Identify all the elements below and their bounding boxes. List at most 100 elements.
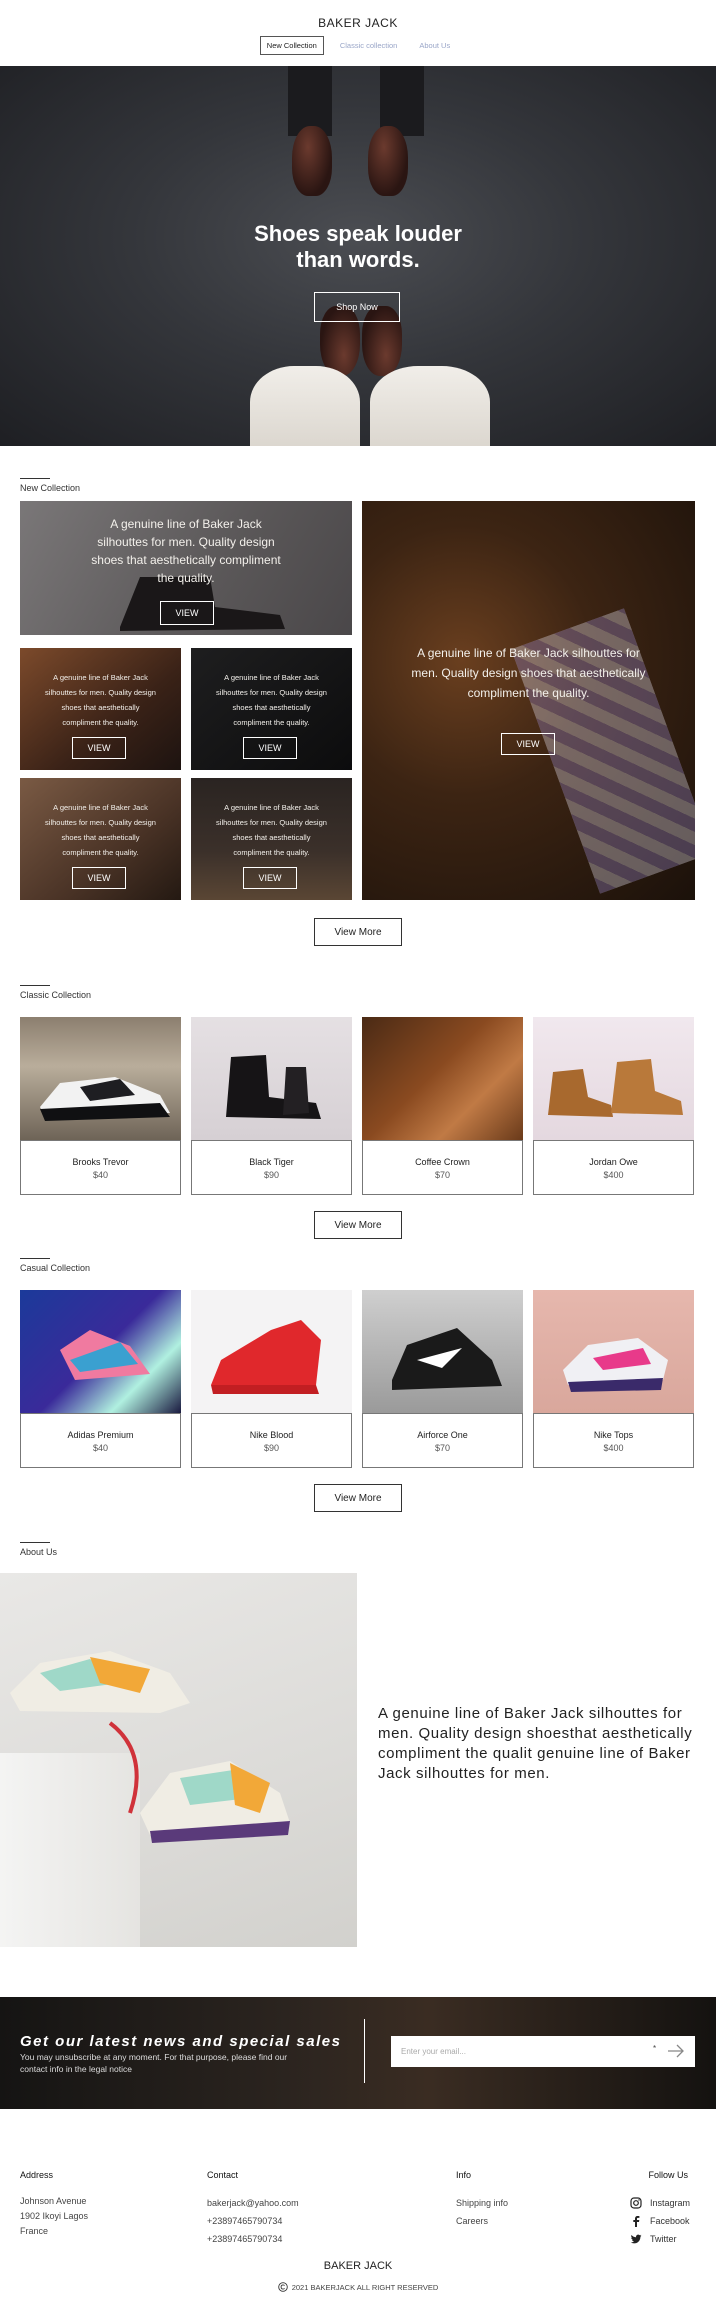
newsletter-subtitle: You may unsubscribe at any moment. For t… [20, 2052, 288, 2074]
product-info: Adidas Premium $40 [20, 1413, 181, 1468]
social-facebook[interactable]: Facebook [630, 2212, 690, 2230]
footer-heading: Address [20, 2170, 54, 2180]
contact-phone-link[interactable]: +23897465790734 [207, 2212, 299, 2230]
social-twitter[interactable]: Twitter [630, 2230, 690, 2248]
view-button[interactable]: VIEW [243, 737, 297, 759]
hero-title-line-1: Shoes speak louder [254, 221, 462, 246]
product-card[interactable]: Adidas Premium $40 [20, 1290, 181, 1468]
product-name: Brooks Trevor [72, 1157, 129, 1167]
tile-description: A genuine line of Baker Jack silhouttes … [411, 646, 646, 700]
product-info: Nike Blood $90 [191, 1413, 352, 1468]
product-image [533, 1017, 694, 1140]
address-line: Johnson Avenue [20, 2196, 87, 2206]
product-card[interactable]: Brooks Trevor $40 [20, 1017, 181, 1195]
shop-now-button[interactable]: Shop Now [314, 292, 400, 322]
nav-new-collection[interactable]: New Collection [259, 36, 324, 55]
instagram-icon [630, 2197, 642, 2209]
suede-boot-image [548, 1059, 683, 1117]
social-instagram[interactable]: Instagram [630, 2194, 690, 2212]
classic-collection-title: Classic Collection [20, 985, 92, 1000]
classic-collection-view-more-button[interactable]: View More [314, 1211, 402, 1239]
oxford-shoe-image [40, 1077, 170, 1121]
view-button[interactable]: VIEW [72, 737, 126, 759]
product-image [191, 1017, 352, 1140]
sneaker-image [392, 1328, 502, 1390]
nav-about-us[interactable]: About Us [413, 37, 456, 54]
new-collection-view-more-button[interactable]: View More [314, 918, 402, 946]
product-info: Jordan Owe $400 [533, 1140, 694, 1195]
required-mark: * [653, 2044, 657, 2053]
product-name: Airforce One [417, 1430, 468, 1440]
view-button[interactable]: VIEW [243, 867, 297, 889]
about-text: A genuine line of Baker Jack silhouttes … [378, 1705, 693, 1782]
new-collection-tile-wide: A genuine line of Baker Jack silhouttes … [20, 501, 352, 635]
site-header: BAKER JACK New Collection Classic collec… [0, 0, 716, 66]
facebook-label: Facebook [650, 2216, 690, 2226]
product-name: Adidas Premium [67, 1430, 134, 1440]
product-image [362, 1017, 523, 1140]
facebook-icon [633, 2216, 640, 2227]
sneaker-image [211, 1320, 321, 1394]
product-price: $40 [92, 1170, 109, 1180]
tile-description: A genuine line of Baker Jack silhouttes … [45, 673, 156, 727]
newsletter-title: Get our latest news and special sales [20, 2033, 342, 2050]
product-name: Coffee Crown [415, 1157, 470, 1167]
product-info: Nike Tops $400 [533, 1413, 694, 1468]
hero-banner: Shoes speak louder than words. Shop Now [0, 66, 716, 446]
nav-classic-collection[interactable]: Classic collection [334, 37, 404, 54]
casual-collection-view-more-button[interactable]: View More [314, 1484, 402, 1512]
product-info: Coffee Crown $70 [362, 1140, 523, 1195]
footer-contact: Contact bakerjack@yahoo.com +23897465790… [207, 2170, 299, 2248]
hero-title: Shoes speak louder than words. [0, 221, 716, 273]
newsletter-banner: Get our latest news and special sales Yo… [0, 1997, 716, 2109]
address-line: France [20, 2226, 49, 2236]
product-info: Airforce One $70 [362, 1413, 523, 1468]
product-card[interactable]: Black Tiger $90 [191, 1017, 352, 1195]
footer-heading: Follow Us [648, 2170, 689, 2180]
product-card[interactable]: Airforce One $70 [362, 1290, 523, 1468]
about-image [0, 1573, 357, 1947]
product-name: Nike Tops [593, 1430, 634, 1440]
tile-description: A genuine line of Baker Jack silhouttes … [216, 673, 327, 727]
sneaker-image [60, 1330, 150, 1380]
copyright: 2021 BAKERJACK ALL RIGHT RESERVED [0, 2282, 716, 2292]
footer-heading: Contact [207, 2170, 239, 2180]
brand-logo[interactable]: BAKER JACK [0, 16, 716, 30]
new-collection-tile-2: A genuine line of Baker Jack silhouttes … [191, 648, 352, 770]
product-card[interactable]: Jordan Owe $400 [533, 1017, 694, 1195]
product-name: Jordan Owe [589, 1157, 638, 1167]
hero-trouser-right [370, 366, 490, 446]
product-card[interactable]: Nike Blood $90 [191, 1290, 352, 1468]
address-line: 1902 Ikoyi Lagos [20, 2211, 89, 2221]
chelsea-boot-image [226, 1055, 321, 1119]
product-info: Black Tiger $90 [191, 1140, 352, 1195]
view-button[interactable]: VIEW [160, 601, 214, 625]
contact-phone-link[interactable]: +23897465790734 [207, 2230, 299, 2248]
product-card[interactable]: Nike Tops $400 [533, 1290, 694, 1468]
footer-follow: Follow Us Instagram Facebook Twitter [630, 2170, 690, 2248]
product-card[interactable]: Coffee Crown $70 [362, 1017, 523, 1195]
new-collection-title: New Collection [20, 478, 81, 493]
email-field[interactable] [391, 2036, 651, 2067]
footer-info: Info Shipping info Careers [456, 2170, 508, 2230]
shipping-info-link[interactable]: Shipping info [456, 2194, 508, 2212]
tile-description: A genuine line of Baker Jack silhouttes … [91, 517, 281, 585]
copyright-icon [277, 2282, 288, 2292]
product-price: $400 [603, 1443, 624, 1453]
product-info: Brooks Trevor $40 [20, 1140, 181, 1195]
contact-email-link[interactable]: bakerjack@yahoo.com [207, 2194, 299, 2212]
product-name: Black Tiger [249, 1157, 294, 1167]
arrow-right-icon[interactable] [667, 2043, 685, 2059]
casual-collection-title: Casual Collection [20, 1258, 91, 1273]
view-button[interactable]: VIEW [501, 733, 555, 755]
sneaker-image [563, 1338, 668, 1392]
product-price: $40 [92, 1443, 109, 1453]
new-collection-tile-3: A genuine line of Baker Jack silhouttes … [20, 778, 181, 900]
product-image [533, 1290, 694, 1413]
view-button[interactable]: VIEW [72, 867, 126, 889]
careers-link[interactable]: Careers [456, 2212, 508, 2230]
product-image [362, 1290, 523, 1413]
email-field-wrapper: * [391, 2036, 695, 2067]
newsletter-divider [364, 2019, 365, 2083]
twitter-label: Twitter [650, 2234, 677, 2244]
